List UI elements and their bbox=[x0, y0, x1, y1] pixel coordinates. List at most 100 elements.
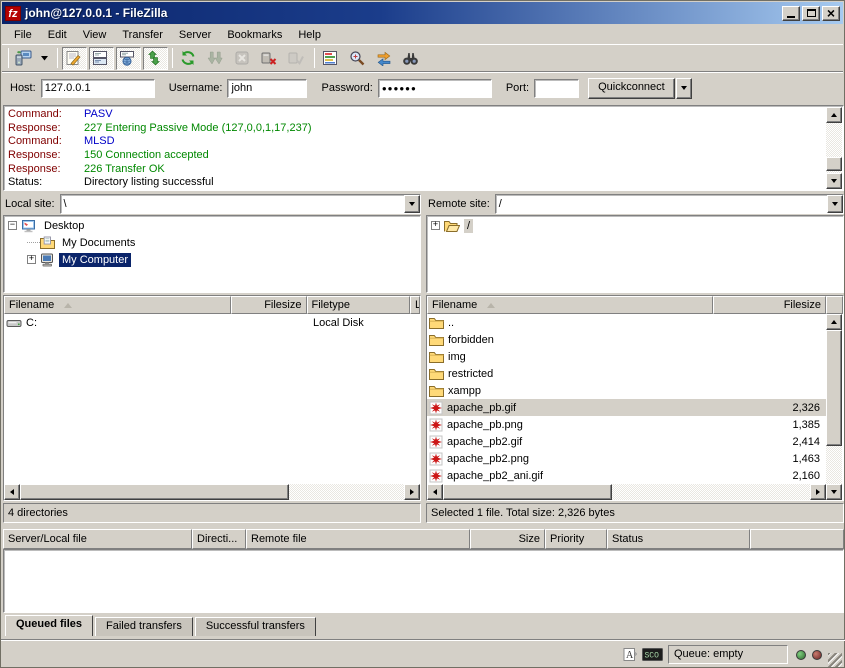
remote-vscroll-thumb[interactable] bbox=[826, 330, 842, 446]
column-header-size[interactable]: Size bbox=[470, 529, 545, 549]
column-header-filename[interactable]: Filename bbox=[427, 296, 713, 314]
file-name: xampp bbox=[448, 385, 481, 397]
expand-icon[interactable]: + bbox=[27, 255, 36, 264]
scroll-right-icon[interactable] bbox=[810, 484, 826, 500]
menu-bookmarks[interactable]: Bookmarks bbox=[219, 27, 290, 43]
file-row-c[interactable]: C:Local Disk bbox=[4, 314, 420, 331]
folder-open-icon bbox=[444, 220, 460, 232]
file-row-apache-pb-png[interactable]: apache_pb.png1,385 bbox=[427, 416, 826, 433]
column-header-filename[interactable]: Filename bbox=[4, 296, 231, 314]
file-row-apache-pb2-ani-gif[interactable]: apache_pb2_ani.gif2,160 bbox=[427, 467, 826, 484]
menu-server[interactable]: Server bbox=[171, 27, 219, 43]
tree-item-my-computer[interactable]: +My Computer bbox=[4, 251, 420, 268]
scroll-up-icon[interactable] bbox=[826, 107, 842, 123]
menu-view[interactable]: View bbox=[75, 27, 115, 43]
resize-grip[interactable] bbox=[828, 653, 842, 667]
find-icon bbox=[402, 50, 419, 66]
directory-listing-filters-button[interactable] bbox=[319, 47, 344, 70]
port-input[interactable] bbox=[534, 79, 579, 98]
synchronized-browsing-button[interactable] bbox=[373, 47, 398, 70]
directory-comparison-button[interactable] bbox=[346, 47, 371, 70]
log-scroll-track[interactable] bbox=[826, 123, 842, 173]
refresh-button[interactable] bbox=[177, 47, 202, 70]
host-input[interactable]: 127.0.0.1 bbox=[41, 79, 155, 98]
column-header-filesize[interactable]: Filesize bbox=[713, 296, 826, 314]
file-row-xampp[interactable]: xampp bbox=[427, 382, 826, 399]
local-hscroll-track[interactable] bbox=[20, 484, 404, 500]
tab-failed-transfers[interactable]: Failed transfers bbox=[95, 617, 193, 636]
column-header-status[interactable]: Status bbox=[607, 529, 750, 549]
remote-directory-tree: +/ bbox=[426, 215, 844, 293]
quickconnect-dropdown-button[interactable] bbox=[676, 78, 692, 99]
menu-edit[interactable]: Edit bbox=[40, 27, 75, 43]
local-site-combobox[interactable]: \ bbox=[60, 194, 421, 214]
file-row-apache-pb-gif[interactable]: apache_pb.gif2,326 bbox=[427, 399, 826, 416]
file-row-forbidden[interactable]: forbidden bbox=[427, 331, 826, 348]
remote-vertical-scrollbar[interactable] bbox=[826, 314, 842, 500]
username-input[interactable]: john bbox=[227, 79, 307, 98]
toggle-remote-tree-button[interactable] bbox=[116, 47, 141, 70]
scroll-left-icon[interactable] bbox=[427, 484, 443, 500]
tree-item-my-documents[interactable]: My Documents bbox=[4, 234, 420, 251]
remote-horizontal-scrollbar[interactable] bbox=[427, 484, 826, 500]
cancel-operation-button[interactable] bbox=[231, 47, 256, 70]
column-header-l[interactable]: L bbox=[410, 296, 420, 314]
remote-site-combobox[interactable]: / bbox=[495, 194, 844, 214]
computer-icon bbox=[40, 253, 55, 267]
quickconnect-button[interactable]: Quickconnect bbox=[588, 78, 675, 99]
file-row-apache-pb2-png[interactable]: apache_pb2.png1,463 bbox=[427, 450, 826, 467]
log-scroll-thumb[interactable] bbox=[826, 157, 842, 171]
file-row-img[interactable]: img bbox=[427, 348, 826, 365]
toggle-transfer-queue-button[interactable] bbox=[143, 47, 168, 70]
collapse-icon[interactable]: − bbox=[8, 221, 17, 230]
local-site-dropdown-button[interactable] bbox=[404, 195, 420, 213]
site-manager-button[interactable] bbox=[13, 47, 38, 70]
local-horizontal-scrollbar[interactable] bbox=[4, 484, 420, 500]
column-header-filesize[interactable]: Filesize bbox=[231, 296, 307, 314]
reconnect-button[interactable] bbox=[285, 47, 310, 70]
toggle-message-log-button[interactable] bbox=[62, 47, 87, 70]
remote-hscroll-thumb[interactable] bbox=[443, 484, 612, 500]
tree-item-item[interactable]: +/ bbox=[427, 217, 843, 234]
tab-successful-transfers[interactable]: Successful transfers bbox=[195, 617, 316, 636]
chevron-down-icon bbox=[409, 202, 415, 206]
scroll-left-icon[interactable] bbox=[4, 484, 20, 500]
expand-icon[interactable]: + bbox=[431, 221, 440, 230]
remote-hscroll-track[interactable] bbox=[443, 484, 810, 500]
find-files-button[interactable] bbox=[400, 47, 425, 70]
password-input[interactable]: ●●●●●● bbox=[378, 79, 492, 98]
scroll-down-icon[interactable] bbox=[826, 173, 842, 189]
tree-item-desktop[interactable]: −Desktop bbox=[4, 217, 420, 234]
remote-site-dropdown-button[interactable] bbox=[827, 195, 843, 213]
column-header-label: Filename bbox=[9, 299, 54, 311]
local-hscroll-thumb[interactable] bbox=[20, 484, 289, 500]
column-header-directi[interactable]: Directi... bbox=[192, 529, 246, 549]
file-name: apache_pb.gif bbox=[447, 402, 516, 414]
disconnect-button[interactable] bbox=[258, 47, 283, 70]
column-header-remote-file[interactable]: Remote file bbox=[246, 529, 470, 549]
column-header-priority[interactable]: Priority bbox=[545, 529, 607, 549]
scroll-right-icon[interactable] bbox=[404, 484, 420, 500]
process-queue-button[interactable] bbox=[204, 47, 229, 70]
file-row-apache-pb2-gif[interactable]: apache_pb2.gif2,414 bbox=[427, 433, 826, 450]
column-header-server-local-file[interactable]: Server/Local file bbox=[3, 529, 192, 549]
column-header-filetype[interactable]: Filetype bbox=[307, 296, 411, 314]
filezilla-logo-icon[interactable]: fz bbox=[5, 6, 21, 21]
column-header-label: Filesize bbox=[264, 299, 301, 311]
scroll-up-icon[interactable] bbox=[826, 314, 842, 330]
close-button[interactable] bbox=[822, 6, 840, 21]
log-vertical-scrollbar[interactable] bbox=[826, 107, 842, 189]
menu-file[interactable]: File bbox=[6, 27, 40, 43]
desktop-icon bbox=[21, 219, 37, 233]
toggle-local-tree-button[interactable] bbox=[89, 47, 114, 70]
site-manager-dropdown-button[interactable] bbox=[40, 47, 53, 70]
menu-transfer[interactable]: Transfer bbox=[114, 27, 171, 43]
scroll-down-icon[interactable] bbox=[826, 484, 842, 500]
tab-queued-files[interactable]: Queued files bbox=[5, 615, 93, 636]
remote-vscroll-track[interactable] bbox=[826, 330, 842, 484]
file-row-restricted[interactable]: restricted bbox=[427, 365, 826, 382]
maximize-button[interactable] bbox=[802, 6, 820, 21]
minimize-button[interactable] bbox=[782, 6, 800, 21]
menu-help[interactable]: Help bbox=[290, 27, 329, 43]
file-row-item[interactable]: .. bbox=[427, 314, 826, 331]
